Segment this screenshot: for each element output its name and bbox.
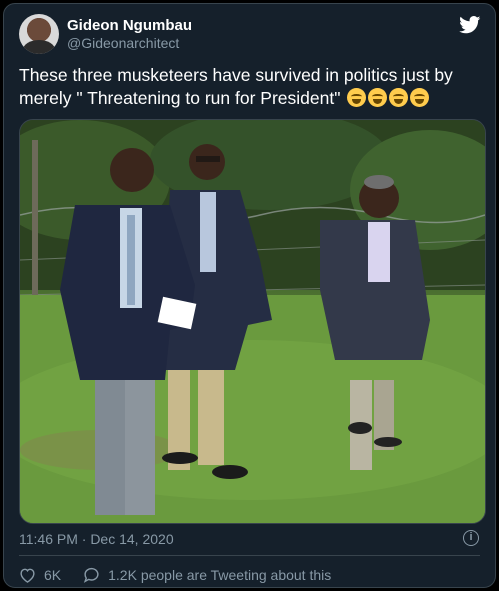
photo-three-men-walking bbox=[20, 120, 485, 523]
info-icon[interactable]: i bbox=[463, 530, 479, 546]
tears-of-joy-emoji-icon bbox=[347, 88, 367, 107]
tweeting-about-link[interactable]: 1.2K people are Tweeting about this bbox=[83, 567, 331, 583]
author-avatar[interactable] bbox=[19, 14, 59, 54]
author-name[interactable]: Gideon Ngumbau bbox=[67, 17, 192, 34]
tweet-timestamp[interactable]: 11:46 PM · Dec 14, 2020 bbox=[19, 531, 174, 547]
tweet-photo[interactable] bbox=[19, 119, 486, 524]
heart-icon bbox=[20, 568, 35, 583]
twitter-bird-icon[interactable] bbox=[459, 16, 481, 34]
like-count: 6K bbox=[44, 567, 62, 583]
tears-of-joy-emoji-icon bbox=[368, 88, 388, 107]
tweet-body: These three musketeers have survived in … bbox=[19, 65, 453, 108]
author-handle[interactable]: @Gideonarchitect bbox=[67, 35, 179, 51]
divider bbox=[19, 555, 480, 556]
speech-bubble-icon bbox=[83, 567, 99, 583]
avatar-shoulders bbox=[23, 40, 55, 54]
tweet-actions: 6K 1.2K people are Tweeting about this bbox=[19, 567, 353, 583]
tears-of-joy-emoji-icon bbox=[410, 88, 430, 107]
tweet-card[interactable]: Gideon Ngumbau @Gideonarchitect These th… bbox=[3, 3, 496, 588]
like-button[interactable]: 6K bbox=[19, 567, 61, 583]
tweeting-about-label: 1.2K people are Tweeting about this bbox=[108, 567, 332, 583]
tweet-text: These three musketeers have survived in … bbox=[19, 64, 484, 110]
tears-of-joy-emoji-icon bbox=[389, 88, 409, 107]
